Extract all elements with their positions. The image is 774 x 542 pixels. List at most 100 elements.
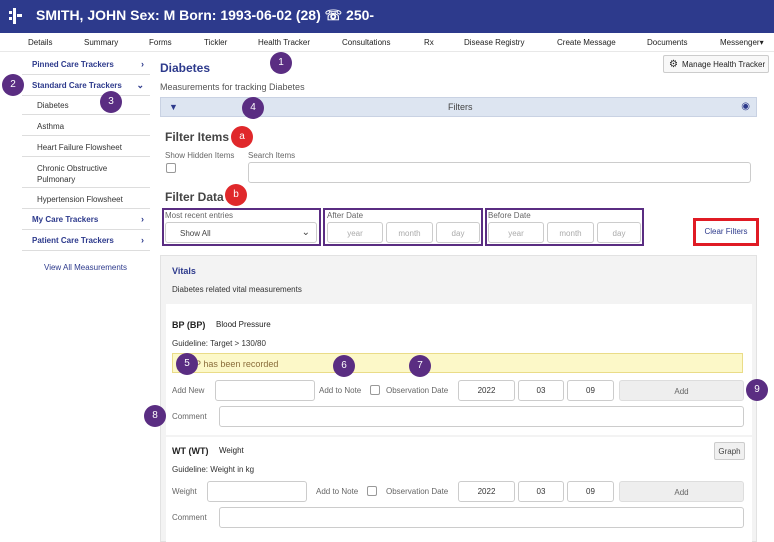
bp-month-input[interactable]: 03 <box>518 380 564 401</box>
sidebar-item-diabetes[interactable]: Diabetes <box>22 95 150 115</box>
most-recent-label: Most recent entries <box>165 211 234 220</box>
bp-observation-date-label: Observation Date <box>386 386 449 395</box>
wt-month-input[interactable]: 03 <box>518 481 564 502</box>
after-year-input[interactable]: year <box>327 222 383 243</box>
nav-documents[interactable]: Documents <box>647 38 687 47</box>
bp-value-input[interactable] <box>215 380 315 401</box>
nav-summary[interactable]: Summary <box>84 38 118 47</box>
annotation-badge-1: 1 <box>270 52 292 74</box>
most-recent-select[interactable]: Show All ⌄ <box>165 222 317 243</box>
top-nav: Details Summary Forms Tickler Health Tra… <box>0 34 774 52</box>
annotation-badge-2: 2 <box>2 74 24 96</box>
bp-add-button[interactable]: Add <box>619 380 744 401</box>
bp-day-input[interactable]: 09 <box>567 380 614 401</box>
value: 2022 <box>477 487 496 496</box>
page-title: Diabetes <box>160 61 211 75</box>
wt-value-input[interactable] <box>207 481 307 502</box>
view-all-measurements-link[interactable]: View All Measurements <box>44 263 127 272</box>
placeholder: month <box>559 229 582 238</box>
nav-forms[interactable]: Forms <box>149 38 172 47</box>
after-date-label: After Date <box>327 211 364 220</box>
bp-comment-input[interactable] <box>219 406 744 427</box>
chevron-right-icon: › <box>141 235 144 245</box>
chevron-right-icon: › <box>141 214 144 224</box>
annotation-badge-5: 5 <box>176 353 198 375</box>
bp-add-to-note-label: Add to Note <box>319 386 362 395</box>
show-hidden-checkbox[interactable] <box>166 163 176 173</box>
bp-name: Blood Pressure <box>216 320 271 329</box>
bp-warning-text: P has been recorded <box>195 359 279 369</box>
sidebar-my-label: My Care Trackers <box>32 215 99 224</box>
sidebar-item-label: Heart Failure Flowsheet <box>37 143 122 152</box>
value: 09 <box>586 386 595 395</box>
nav-consultations[interactable]: Consultations <box>342 38 390 47</box>
sidebar-item-label: Asthma <box>37 122 65 131</box>
wt-comment-input[interactable] <box>219 507 744 528</box>
wt-add-to-note-label: Add to Note <box>316 487 359 496</box>
annotation-badge-b: b <box>225 184 247 206</box>
sidebar-item-heart-failure[interactable]: Heart Failure Flowsheet <box>22 137 150 157</box>
after-month-input[interactable]: month <box>386 222 433 243</box>
wt-graph-button[interactable]: Graph <box>714 442 745 460</box>
wt-add-to-note-checkbox[interactable] <box>367 486 377 496</box>
nav-rx[interactable]: Rx <box>424 38 434 47</box>
wt-observation-date-label: Observation Date <box>386 487 449 496</box>
bp-add-to-note-checkbox[interactable] <box>370 385 380 395</box>
filter-data-heading: Filter Data <box>165 190 224 204</box>
nav-health-tracker[interactable]: Health Tracker <box>258 38 310 47</box>
bp-year-input[interactable]: 2022 <box>458 380 515 401</box>
value: 03 <box>536 386 546 395</box>
patient-header: SMITH, JOHN Sex: M Born: 1993-06-02 (28)… <box>0 0 774 33</box>
value: 09 <box>586 487 595 496</box>
graph-label: Graph <box>718 447 741 456</box>
annotation-badge-7: 7 <box>409 355 431 377</box>
app-logo-icon <box>9 8 22 24</box>
sidebar-item-copd[interactable]: Chronic Obstructive Pulmonary <box>22 158 150 188</box>
clear-filters-button[interactable]: Clear Filters <box>699 223 753 241</box>
before-month-input[interactable]: month <box>547 222 594 243</box>
annotation-badge-3: 3 <box>100 91 122 113</box>
bp-comment-label: Comment <box>172 412 207 421</box>
nav-messenger[interactable]: Messenger▾ <box>720 38 764 47</box>
annotation-badge-8: 8 <box>144 405 166 427</box>
eye-icon[interactable]: ◉ <box>741 101 750 112</box>
bp-add-new-label: Add New <box>172 386 205 395</box>
search-items-label: Search Items <box>248 151 296 160</box>
placeholder: year <box>508 229 524 238</box>
nav-tickler[interactable]: Tickler <box>204 38 227 47</box>
before-year-input[interactable]: year <box>488 222 544 243</box>
annotation-badge-4: 4 <box>242 97 264 119</box>
wt-name: Weight <box>219 446 244 455</box>
sidebar-pinned-label: Pinned Care Trackers <box>32 60 114 69</box>
nav-disease-registry[interactable]: Disease Registry <box>464 38 524 47</box>
search-items-input[interactable] <box>248 162 751 183</box>
sidebar-item-asthma[interactable]: Asthma <box>22 116 150 136</box>
placeholder: day <box>612 229 626 238</box>
value: 2022 <box>477 386 496 395</box>
chevron-down-icon: ⌄ <box>301 227 310 238</box>
nav-create-message[interactable]: Create Message <box>557 38 616 47</box>
before-day-input[interactable]: day <box>597 222 641 243</box>
page-subtitle: Measurements for tracking Diabetes <box>160 82 305 92</box>
sidebar-my-trackers[interactable]: My Care Trackers › <box>22 209 150 230</box>
wt-year-input[interactable]: 2022 <box>458 481 515 502</box>
annotation-badge-9: 9 <box>746 379 768 401</box>
show-hidden-label: Show Hidden Items <box>165 151 235 160</box>
chevron-down-icon: ⌄ <box>136 80 144 90</box>
gear-icon: ⚙ <box>669 59 678 70</box>
wt-add-button[interactable]: Add <box>619 481 744 502</box>
patient-banner[interactable]: SMITH, JOHN Sex: M Born: 1993-06-02 (28)… <box>36 7 374 24</box>
sidebar-standard-trackers[interactable]: Standard Care Trackers ⌄ <box>22 75 150 96</box>
bp-guideline: Guideline: Target > 130/80 <box>172 339 266 348</box>
nav-details[interactable]: Details <box>28 38 52 47</box>
sidebar-item-label: Hypertension Flowsheet <box>37 195 123 204</box>
manage-health-tracker-button[interactable]: ⚙ Manage Health Tracker <box>663 55 769 73</box>
sidebar-patient-trackers[interactable]: Patient Care Trackers › <box>22 230 150 251</box>
annotation-badge-a: a <box>231 126 253 148</box>
after-day-input[interactable]: day <box>436 222 480 243</box>
sidebar-patient-label: Patient Care Trackers <box>32 236 114 245</box>
wt-comment-label: Comment <box>172 513 207 522</box>
sidebar-item-hypertension[interactable]: Hypertension Flowsheet <box>22 189 150 209</box>
wt-day-input[interactable]: 09 <box>567 481 614 502</box>
sidebar-pinned-trackers[interactable]: Pinned Care Trackers › <box>22 54 150 75</box>
